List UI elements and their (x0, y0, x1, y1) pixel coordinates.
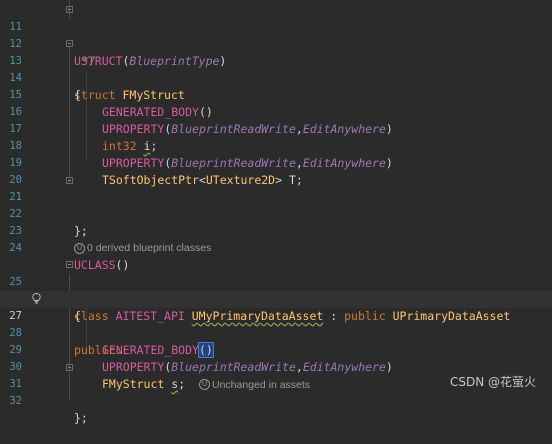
code-line[interactable]: 28 public: (0, 308, 552, 357)
code-editor[interactable]: 11 */ 12 USTRUCT(BlueprintType) 13 struc… (0, 0, 552, 425)
code-line[interactable]: 25 class AITEST_API UMyPrimaryDataAsset … (0, 257, 552, 323)
code-line[interactable]: 12 USTRUCT(BlueprintType) (0, 19, 552, 68)
code-line[interactable]: 23 (0, 206, 552, 237)
code-line[interactable]: 14 { (0, 53, 552, 102)
code-line[interactable]: 20 (0, 155, 552, 186)
code-line[interactable]: 15 GENERATED_BODY() (0, 70, 552, 119)
code-line[interactable]: 22 (0, 189, 552, 220)
fold-toggle-icon[interactable] (66, 6, 73, 13)
line-number: 32 (9, 395, 22, 407)
derived-classes-hint[interactable]: U0 derived blueprint classes (74, 240, 211, 257)
code-line[interactable]: 11 */ (0, 2, 552, 68)
fold-end-icon (66, 364, 73, 371)
fold-end-icon (66, 177, 73, 184)
code-line[interactable]: 19 TSoftObjectPtr<UTexture2D> T; (0, 138, 552, 187)
code-line[interactable]: 13 struct FMyStruct (0, 36, 552, 102)
fold-toggle-icon[interactable] (66, 261, 73, 268)
brace: }; (74, 411, 88, 425)
code-line[interactable]: 29 UPROPERTY(BlueprintReadWrite,EditAnyw… (0, 325, 552, 374)
code-line-current[interactable]: 27 GENERATED_BODY() (0, 291, 552, 358)
code-line[interactable]: 24 UCLASS() (0, 223, 552, 272)
line-number: 24 (9, 242, 22, 254)
code-line[interactable]: 30 FMyStruct s; U Unchanged in assets (0, 342, 552, 391)
lightbulb-icon[interactable] (32, 293, 41, 304)
code-line[interactable]: 16 UPROPERTY(BlueprintReadWrite,EditAnyw… (0, 87, 552, 136)
code-line[interactable]: 21 }; (0, 172, 552, 238)
watermark: CSDN @花萤火 (449, 375, 536, 389)
code-line[interactable]: 26 { (0, 274, 552, 323)
fold-toggle-icon[interactable] (66, 40, 73, 47)
code-line[interactable]: 18 UPROPERTY(BlueprintReadWrite,EditAnyw… (0, 121, 552, 170)
code-line[interactable]: 17 int32 i; (0, 104, 552, 153)
unreal-icon: U (74, 242, 85, 254)
